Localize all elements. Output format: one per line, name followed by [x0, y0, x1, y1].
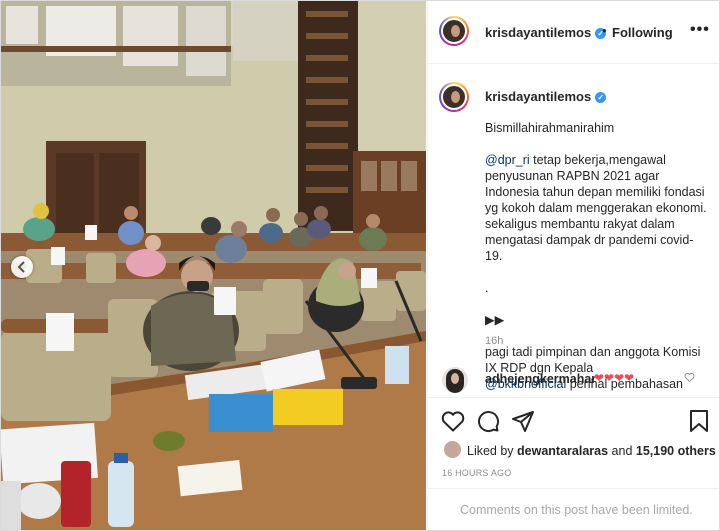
post-timestamp[interactable]: 16 HOURS AGO	[442, 468, 511, 478]
liker-avatar[interactable]	[444, 441, 461, 458]
caption-text: Bismillahirahmanirahim @dpr_ri tetap bek…	[485, 104, 710, 392]
caption-author-avatar[interactable]	[439, 82, 469, 112]
share-icon[interactable]	[511, 409, 535, 433]
caption-intro: Bismillahirahmanirahim	[485, 121, 615, 135]
caption-time-ago[interactable]: 16h	[485, 335, 503, 347]
caption-dot-line: .	[485, 281, 489, 295]
post-photo[interactable]	[1, 1, 426, 530]
likes-count[interactable]: 15,190 others	[636, 444, 716, 458]
comment-row: adhejengkermahar ❤❤❤❤	[428, 364, 719, 394]
caption-author-username[interactable]: krisdayantilemos ✓	[485, 89, 607, 104]
caption-arrows: ▶▶	[485, 313, 505, 327]
comment-text: ❤❤❤❤	[594, 371, 635, 385]
comments-limited-notice: Comments on this post have been limited.	[428, 488, 719, 530]
likes-summary: Liked by dewantaralaras and 15,190 other…	[467, 444, 716, 458]
caption-paragraph-1: @dpr_ri tetap bekerja,mengawal penyusuna…	[485, 152, 710, 264]
following-button[interactable]: Following	[612, 25, 673, 40]
caption-area: krisdayantilemos ✓ Bismillahirahmanirahim…	[428, 64, 719, 392]
meeting-room-photo	[1, 1, 426, 530]
author-avatar[interactable]	[439, 16, 469, 46]
heart-icon[interactable]	[441, 410, 465, 432]
likes-prefix: Liked by	[467, 444, 518, 458]
instagram-post-view: krisdayantilemos ✓ • Following ••• krisda…	[0, 0, 720, 531]
separator-dot: •	[602, 23, 607, 38]
comment-like-heart-icon[interactable]	[684, 372, 695, 382]
caption-author-text[interactable]: krisdayantilemos	[485, 89, 591, 104]
commenter-avatar[interactable]	[442, 367, 468, 393]
bookmark-icon[interactable]	[688, 409, 710, 433]
commenter-username[interactable]: adhejengkermahar	[485, 372, 596, 386]
author-username[interactable]: krisdayantilemos ✓	[485, 25, 607, 40]
likes-and: and	[608, 444, 636, 458]
chevron-left-icon	[17, 261, 25, 273]
post-actions: Liked by dewantaralaras and 15,190 other…	[428, 397, 719, 530]
post-side-panel: krisdayantilemos ✓ • Following ••• krisda…	[427, 1, 719, 530]
liker-username[interactable]: dewantaralaras	[517, 444, 608, 458]
mention-link[interactable]: @dpr_ri	[485, 153, 530, 167]
verified-badge-icon: ✓	[595, 92, 607, 103]
caption-text-1: tetap bekerja,mengawal penyusunan RAPBN …	[485, 153, 707, 263]
comment-icon[interactable]	[476, 409, 500, 433]
comments-limited-text: Comments on this post have been limited.	[460, 503, 693, 517]
more-options-icon[interactable]: •••	[690, 21, 710, 39]
previous-photo-button[interactable]	[11, 256, 33, 278]
author-username-text[interactable]: krisdayantilemos	[485, 25, 591, 40]
post-header: krisdayantilemos ✓ • Following •••	[428, 1, 719, 64]
